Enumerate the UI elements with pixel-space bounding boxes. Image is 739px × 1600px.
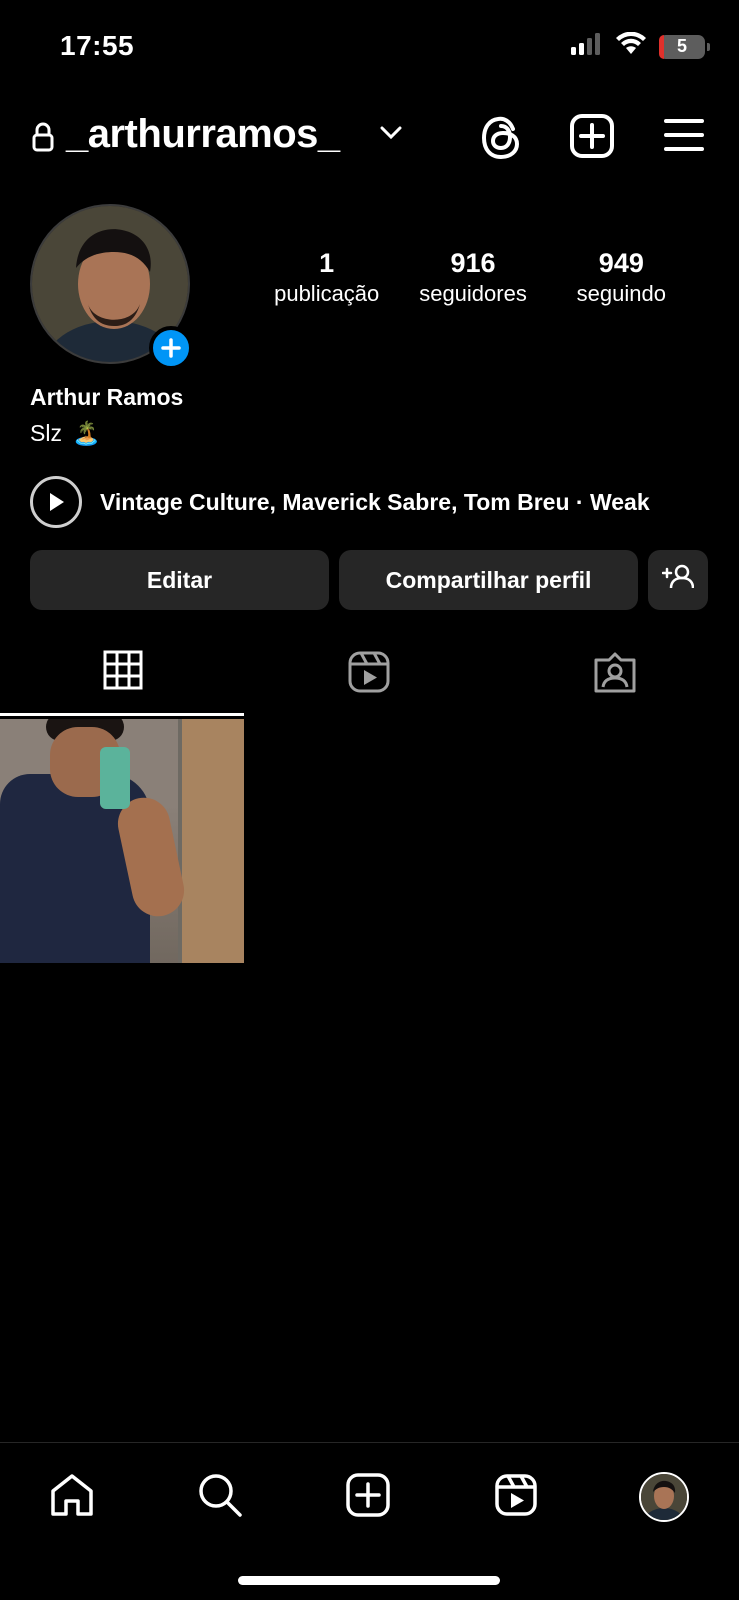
active-tab-indicator (0, 713, 244, 716)
stat-label: seguidores (419, 281, 527, 306)
battery-level: 5 (676, 36, 687, 56)
play-icon[interactable] (30, 476, 82, 528)
bio-text: Slz (30, 420, 62, 446)
stat-value: 916 (450, 248, 496, 278)
tab-reels[interactable] (246, 650, 492, 716)
username[interactable]: _arthurramos_ (66, 112, 340, 157)
share-profile-button[interactable]: Compartilhar perfil (339, 550, 638, 610)
add-person-icon (661, 564, 695, 596)
tab-posts[interactable] (0, 650, 246, 716)
wifi-icon (615, 31, 647, 61)
stat-following[interactable]: 949 seguindo (548, 248, 695, 307)
chevron-down-icon[interactable] (380, 126, 402, 145)
stat-value: 1 (319, 248, 335, 278)
bottom-nav (0, 1442, 739, 1542)
threads-icon[interactable] (480, 114, 524, 167)
nav-search[interactable] (190, 1467, 250, 1527)
add-story-button[interactable] (149, 326, 193, 370)
music-track: Vintage Culture, Maverick Sabre, Tom Bre… (100, 488, 650, 515)
profile-header: _arthurramos_ (0, 104, 739, 174)
reels-icon (494, 1473, 538, 1522)
bio: Slz 🏝️ (30, 420, 101, 447)
profile-music[interactable]: Vintage Culture, Maverick Sabre, Tom Bre… (30, 476, 650, 528)
stat-followers[interactable]: 916 seguidores (398, 248, 547, 307)
stat-value: 949 (598, 248, 644, 278)
profile-avatar-small (639, 1472, 689, 1522)
grid-icon (103, 650, 143, 695)
post-image-phone (100, 747, 130, 809)
search-icon (197, 1472, 243, 1523)
status-bar: 17:55 5 (0, 0, 739, 92)
full-name: Arthur Ramos (30, 384, 184, 410)
home-icon (49, 1473, 95, 1522)
create-icon (346, 1472, 390, 1522)
tab-tagged[interactable] (492, 650, 738, 716)
home-indicator (238, 1576, 500, 1585)
battery-icon: 5 (659, 34, 710, 59)
nav-home[interactable] (42, 1467, 102, 1527)
profile-stats: 1 publicação 916 seguidores 949 seguindo (255, 248, 695, 307)
stat-posts[interactable]: 1 publicação (255, 248, 398, 307)
stat-label: publicação (274, 281, 380, 306)
status-icons: 5 (571, 31, 710, 61)
nav-profile[interactable] (634, 1467, 694, 1527)
signal-icon (571, 33, 603, 60)
nav-create[interactable] (338, 1467, 398, 1527)
island-emoji: 🏝️ (71, 420, 101, 446)
reels-tab-icon (347, 650, 391, 699)
edit-profile-button[interactable]: Editar (30, 550, 329, 610)
menu-icon[interactable] (664, 118, 704, 157)
profile-tabs (0, 650, 739, 716)
nav-reels[interactable] (486, 1467, 546, 1527)
post-thumbnail[interactable] (0, 719, 244, 963)
stat-label: seguindo (576, 281, 666, 306)
create-post-icon[interactable] (570, 114, 614, 163)
status-time: 17:55 (60, 30, 135, 61)
tagged-icon (593, 650, 637, 699)
lock-icon (32, 122, 54, 157)
discover-people-button[interactable] (648, 550, 708, 610)
